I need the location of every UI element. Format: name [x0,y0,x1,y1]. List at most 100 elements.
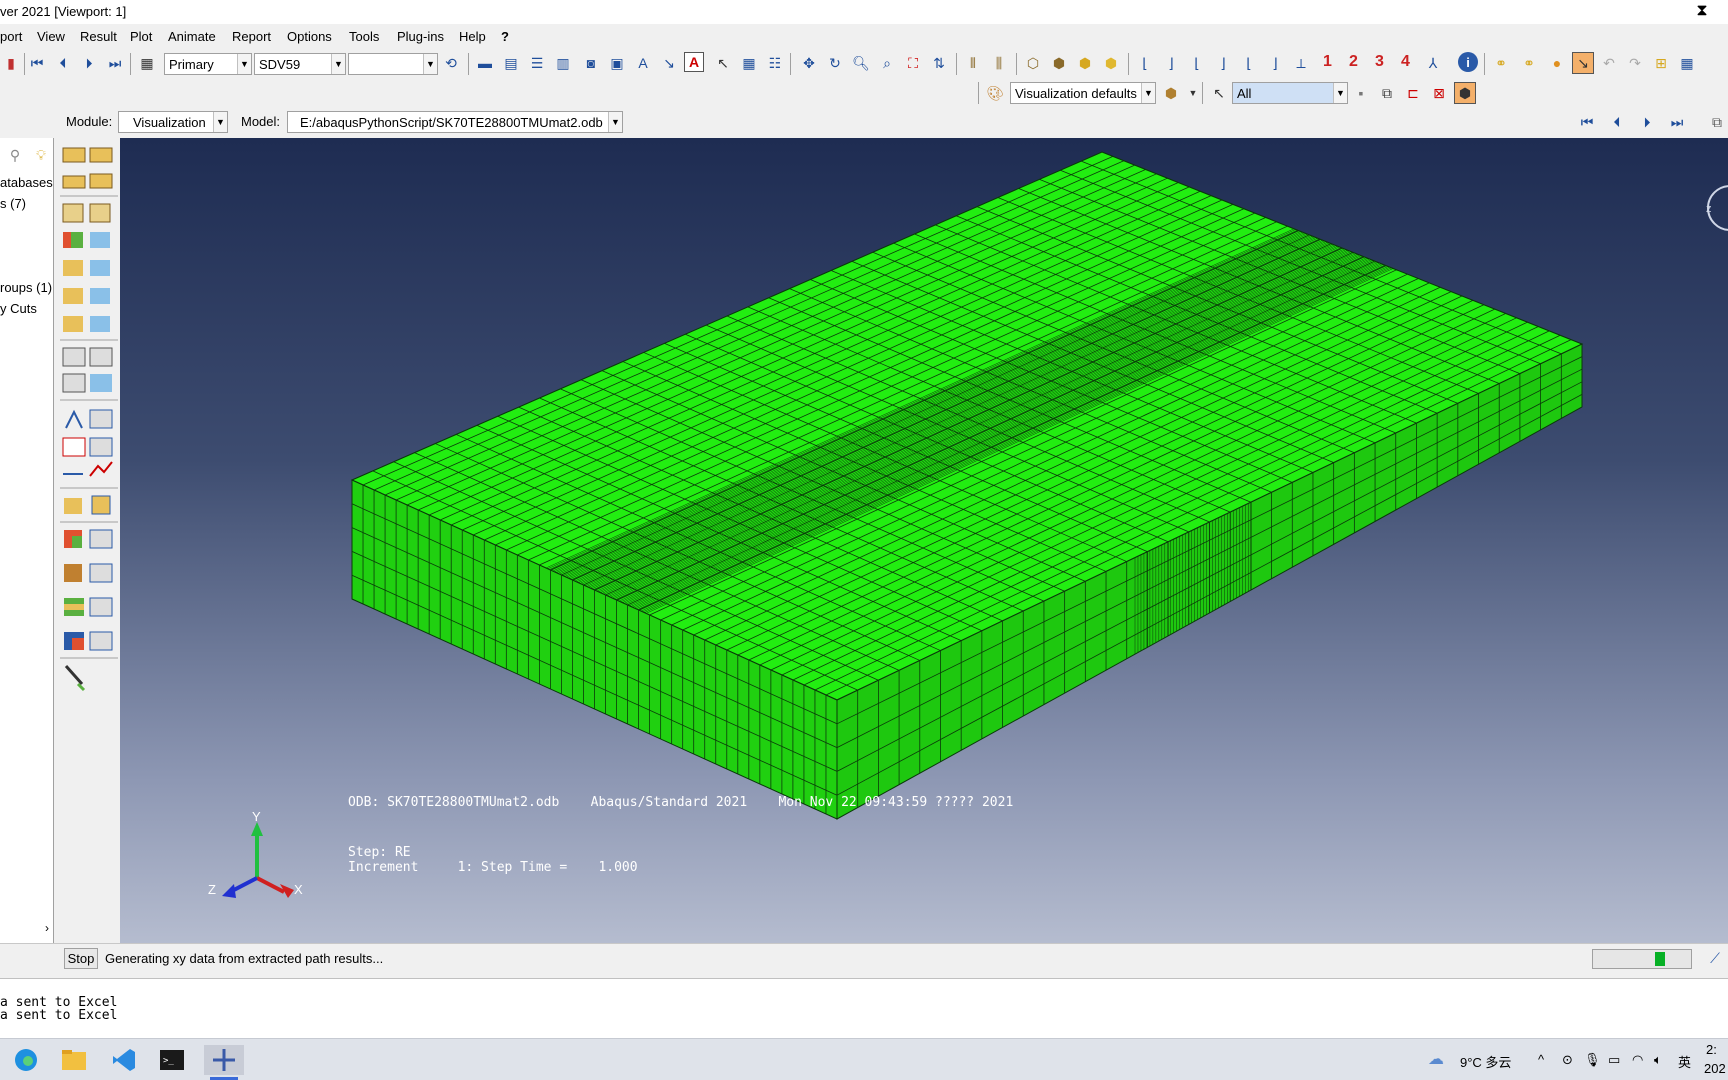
field-output-icon[interactable]: ▦ [136,52,158,74]
redo-icon[interactable]: ↷ [1624,52,1646,74]
table-icon[interactable]: ▦ [1676,52,1698,74]
vscode-icon[interactable] [108,1045,140,1075]
query-icon[interactable]: ▦ [738,52,760,74]
menu-import[interactable]: port [0,29,22,44]
menu-result[interactable]: Result [80,29,117,44]
menu-help[interactable]: Help [459,29,486,44]
overlay-multiple-icon[interactable]: ⚭ [1518,52,1540,74]
box-zoom-icon[interactable]: ⌕ [876,52,898,74]
view-cut-icon[interactable] [64,529,113,651]
tree-item-display-groups[interactable]: roups (1) [0,280,52,295]
view-number-4[interactable]: 4 [1401,53,1410,71]
menu-plugins[interactable]: Plug-ins [397,29,444,44]
last-frame-icon[interactable]: ⏭ [1666,111,1688,133]
tree-icon[interactable]: ⊞ [1650,52,1672,74]
sphere-icon[interactable]: ● [1546,52,1568,74]
visualization-defaults-select[interactable]: Visualization defaults ▼ [1010,82,1156,104]
view-front-icon[interactable]: ⌊ [1134,52,1156,74]
select-icon[interactable]: ↖ [712,52,734,74]
edge-browser-icon[interactable] [10,1045,42,1075]
file-explorer-icon[interactable] [58,1045,90,1075]
tile-vertical-icon[interactable]: ▥ [552,52,574,74]
fe-mesh-model[interactable] [120,138,1728,943]
clock-date[interactable]: 202 [1704,1061,1726,1076]
menu-tools[interactable]: Tools [349,29,379,44]
show-all-icon[interactable]: ⬢ [1454,82,1476,104]
lightbulb-icon[interactable]: 💡︎ [30,144,52,166]
parallel-icon[interactable]: ⫼ [988,52,1010,74]
list-icon[interactable]: ☷ [764,52,786,74]
view-back-icon[interactable]: ⌋ [1160,52,1182,74]
cloud-icon[interactable]: ☁ [1428,1049,1444,1069]
render-hidden-icon[interactable]: ⬢ [1048,52,1070,74]
module-select[interactable]: Visualization ▼ [118,111,228,133]
cascade-icon[interactable]: ▤ [500,52,522,74]
replace-icon[interactable]: ⧉ [1376,82,1398,104]
first-frame-icon[interactable]: ⏮ [26,52,48,74]
arrow-annotation-icon[interactable]: ↘ [658,52,680,74]
pan-icon[interactable]: ✥ [798,52,820,74]
xy-data-icon[interactable] [62,409,113,477]
microphone-icon[interactable]: 🎙︎ [1584,1052,1601,1068]
display-group-icon[interactable]: ⬢ [1160,82,1182,104]
tree-item-output-databases[interactable]: atabases [0,175,53,190]
selection-options-icon[interactable]: ▪ [1350,82,1372,104]
sync-icon[interactable]: ⟲ [440,52,462,74]
last-frame-icon[interactable]: ⏭ [104,52,126,74]
auto-fit-icon[interactable]: ⛶ [902,52,924,74]
selection-arrow-icon[interactable]: ↖ [1208,82,1230,104]
viewport-tile-icon[interactable]: ⧉ [1706,111,1728,133]
view-cube-icon[interactable]: z [1700,178,1728,238]
battery-icon[interactable]: ▭ [1608,1052,1620,1068]
menu-animate[interactable]: Animate [168,29,216,44]
variable-select[interactable]: SDV59 ▼ [254,53,346,75]
weather-text[interactable]: 9°C 多云 [1460,1052,1511,1071]
view-iso-icon[interactable]: ⟂ [1290,52,1312,74]
plot-undeformed-icon[interactable] [62,147,113,189]
menu-view[interactable]: View [37,29,65,44]
view-number-2[interactable]: 2 [1349,53,1358,71]
selection-filter-select[interactable]: All ▼ [1232,82,1348,104]
display-group-icon[interactable] [64,495,111,515]
next-frame-icon[interactable]: ⏵ [1636,111,1658,133]
remove-icon[interactable]: ⊠ [1428,82,1450,104]
filter-icon[interactable]: ⚲ [4,144,26,166]
chevron-right-icon[interactable]: › [45,921,49,935]
database-icon[interactable]: ▮ [0,52,22,74]
menu-options[interactable]: Options [287,29,332,44]
volume-icon[interactable]: 🔈︎ [1654,1052,1662,1068]
abaqus-taskbar-icon[interactable] [204,1045,244,1075]
terminal-icon[interactable]: >_ [156,1045,188,1075]
render-shaded-icon[interactable]: ⬢ [1100,52,1122,74]
previous-frame-icon[interactable]: ⏴ [52,52,74,74]
view-left-icon[interactable]: ⌊ [1238,52,1260,74]
tile-horizontal-icon[interactable]: ☰ [526,52,548,74]
next-frame-icon[interactable]: ⏵ [78,52,100,74]
view-number-3[interactable]: 3 [1375,53,1384,71]
clock-time[interactable]: 2: [1706,1042,1717,1057]
menu-plot[interactable]: Plot [130,29,152,44]
plot-contours-icon[interactable] [62,203,111,332]
zoom-icon[interactable]: 🔍︎ [850,52,872,74]
component-select[interactable]: ▼ [348,53,438,75]
crop-icon[interactable]: ⊏ [1402,82,1424,104]
palette-icon[interactable]: 🎨︎ [984,82,1006,104]
view-manager-icon[interactable]: ⅄ [1422,52,1444,74]
menu-report[interactable]: Report [232,29,271,44]
render-filled-icon[interactable]: ⬢ [1074,52,1096,74]
viewport[interactable]: ODB: SK70TE28800TMUmat2.odb Abaqus/Stand… [120,138,1728,943]
ime-indicator[interactable]: 英 [1678,1052,1691,1071]
view-top-icon[interactable]: ⌊ [1186,52,1208,74]
model-select[interactable]: E:/abaqusPythonScript/SK70TE28800TMUmat2… [287,111,623,133]
first-frame-icon[interactable]: ⏮ [1576,111,1598,133]
chevron-down-icon[interactable]: ▼ [1182,82,1204,104]
layout-icon[interactable]: ▬ [474,52,496,74]
rotate-icon[interactable]: ↻ [824,52,846,74]
legend-icon[interactable]: ▣ [606,52,628,74]
tree-item-xy-data[interactable]: s (7) [0,196,26,211]
previous-frame-icon[interactable]: ⏴ [1606,111,1628,133]
wifi-icon[interactable]: ◠ [1632,1052,1643,1068]
tree-item-view-cuts[interactable]: y Cuts [0,301,37,316]
view-right-icon[interactable]: ⌋ [1264,52,1286,74]
perspective-icon[interactable]: ⫴ [962,52,984,74]
